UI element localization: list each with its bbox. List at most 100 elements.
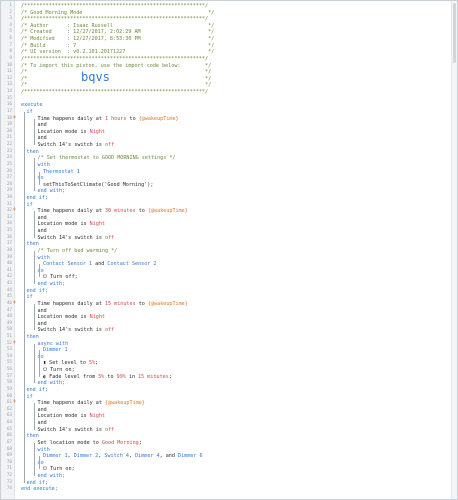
code-token: to [135,300,148,307]
code-token[interactable]: off [105,327,114,333]
code-token: ▮ Set level to [43,360,90,367]
code-token[interactable]: Night [90,413,105,419]
code-text: and [37,420,47,427]
code-line: 18 ǂ Time happens daily at 1 hours to {@wa… [1,116,451,123]
code-line: 24 /* Set thermostat to GOOD MORNING sett… [1,155,451,162]
code-token[interactable]: Switch 4 [104,453,129,459]
line-number: 21 [6,135,12,141]
code-token[interactable]: {@wakeupTime} [148,208,188,214]
line-number: 66 [6,433,12,439]
code-token[interactable]: Night [90,221,105,227]
code-token: is [77,314,90,321]
code-text: setThisToSetClimate('Good Morning'); [43,182,153,189]
code-line: 16 execute [1,102,451,109]
code-line: 1 /**************************************… [1,3,451,10]
line-number: 30 [6,194,12,200]
code-text: end execute; [21,486,58,493]
code-token[interactable]: off [105,427,114,433]
code-line: 21 and [1,135,451,142]
code-token: Location mode [37,221,78,228]
block-guide [33,118,35,145]
code-token[interactable]: 15 minutes [105,301,136,307]
code-token[interactable]: Dimmer 2 [74,453,99,459]
code-token[interactable]: off [105,142,114,148]
code-token[interactable]: off [105,235,114,241]
code-token[interactable]: {@wakeupTime} [139,116,179,122]
condition-marker-icon[interactable]: ǂ [13,400,16,407]
code-text: ⏻ Turn off; [43,274,78,281]
code-token: Time happens daily at [37,208,105,215]
code-line: 14 /*************************************… [1,89,451,96]
code-token[interactable]: Contact Sensor 2 [107,261,156,267]
code-line: 71 ⏻ Turn on; [1,466,451,473]
block-guide [39,264,41,278]
condition-marker-icon[interactable]: ǂ [13,301,16,308]
code-line: 43 end with; [1,281,451,288]
line-number: 1 [9,3,12,8]
code-line: 58 end with; [1,380,451,387]
code-token: is [77,128,90,135]
code-token[interactable]: Night [90,129,105,135]
condition-marker-icon[interactable]: ǂ [13,116,16,123]
code-line: 42 ⏻ Turn off; [1,274,451,281]
code-text: ▮ Set level to 5%; [43,360,98,367]
code-token: 's switch is [65,234,105,241]
code-line: 22 Switch 14's switch is off [1,142,451,149]
code-line: 54 do [1,354,451,361]
code-token[interactable]: 99% [117,374,126,380]
condition-marker-icon[interactable]: ǂ [13,341,16,348]
code-token[interactable]: Night [90,314,105,320]
condition-marker-icon[interactable]: ǂ [13,208,16,215]
line-number: 58 [6,380,12,386]
code-text: /* Created : 12/27/2017, 2:02:29 AM */ [21,29,215,36]
line-number: 11 [6,69,12,75]
code-line: 40 Contact Sensor 1 and Contact Sensor 2 [1,261,451,268]
line-number: 38 [6,247,12,253]
code-token[interactable]: Contact Sensor 1 [43,261,92,267]
code-text: with [37,446,50,453]
code-line: 12/* */ [1,76,451,83]
code-text: Switch 14's switch is off [38,427,115,434]
line-number: 29 [6,188,12,194]
code-line: 19 and [1,122,451,129]
code-token: in [125,373,139,380]
code-line: 70 do [1,460,451,467]
code-text: and [37,307,47,314]
line-number: 40 [6,261,12,267]
line-number: 74 [6,486,12,492]
code-line: 62 and [1,407,451,414]
code-line: 68 with [1,447,451,454]
code-text: then [26,148,39,155]
code-token[interactable]: Dimmer 1 [43,453,68,459]
code-token: Time happens daily at [37,400,105,407]
code-token[interactable]: 1 hours [105,116,126,122]
code-token[interactable]: Good Morning [102,440,139,446]
code-line: 32 ǂ Time happens daily at 30 minutes to {… [1,208,451,215]
code-token: is [77,221,90,228]
code-text: then [26,334,39,340]
code-token[interactable]: 15 minutes [138,374,169,380]
code-line: 17 if [1,109,451,116]
line-number: 61 [6,400,12,406]
scroll-thumb[interactable] [453,3,456,63]
code-text: async with [37,340,69,347]
code-token[interactable]: {@wakeupTime} [148,301,188,307]
code-text: if [26,393,33,400]
code-token[interactable]: Dimmer 6 [178,453,203,459]
code-token[interactable]: {@wakeupTime} [105,400,145,406]
code-text: end if; [26,479,48,486]
code-line: 23 then [1,149,451,156]
line-number: 64 [6,420,12,426]
code-line: 59 end if; [1,387,451,394]
code-line: 36 Switch 14's switch is off [1,235,451,242]
code-line: 47 and [1,308,451,315]
vertical-scrollbar[interactable] [451,1,457,499]
code-token[interactable]: Dimmer 4 [135,453,160,459]
code-line: 55 ▮ Set level to 5%; [1,360,451,367]
code-text: Location mode is Night [38,413,106,420]
code-line: 15 [1,96,451,103]
code-line: 28 setThisToSetClimate('Good Morning'); [1,182,451,189]
block-guide [39,350,41,377]
code-token[interactable]: 30 minutes [105,208,136,214]
import-code[interactable]: bqvs [81,70,110,84]
